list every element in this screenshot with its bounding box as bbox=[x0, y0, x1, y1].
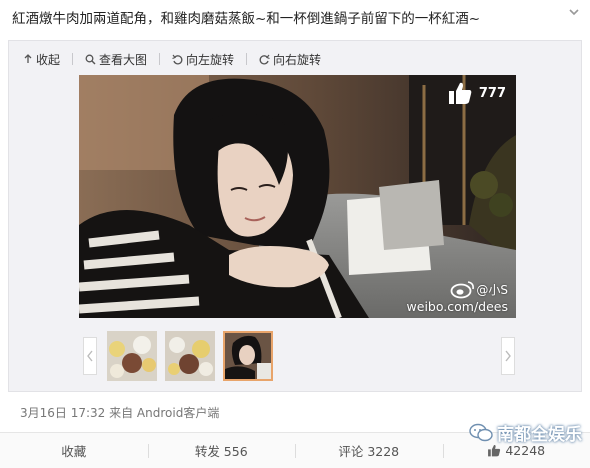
favorite-button[interactable]: 收藏 bbox=[0, 433, 148, 468]
chevron-right-icon bbox=[505, 350, 511, 362]
photo-like-badge[interactable]: 777 bbox=[447, 81, 506, 105]
watermark-url: weibo.com/dees bbox=[406, 299, 508, 314]
photo-watermark: @小S weibo.com/dees bbox=[407, 279, 508, 314]
favorite-label: 收藏 bbox=[61, 444, 87, 459]
media-toolbar: 收起 查看大图 向左旋转 向右旋转 bbox=[23, 49, 333, 69]
toolbar-divider bbox=[72, 53, 74, 65]
portrait-thumbnail-image bbox=[225, 333, 271, 379]
collapse-icon bbox=[24, 54, 32, 63]
chevron-down-icon[interactable] bbox=[566, 4, 582, 20]
food-thumbnail-image bbox=[107, 331, 157, 381]
brand-name: 南都全娱乐 bbox=[497, 425, 582, 445]
toolbar-divider bbox=[159, 53, 161, 65]
view-large-button[interactable]: 查看大图 bbox=[85, 51, 147, 68]
thumbnail-next-button[interactable] bbox=[501, 337, 515, 375]
rotate-right-icon bbox=[259, 54, 270, 64]
weibo-icon bbox=[450, 281, 475, 299]
like-count: 42248 bbox=[505, 443, 546, 458]
food-thumbnail-image bbox=[165, 331, 215, 381]
collapse-label: 收起 bbox=[36, 52, 61, 67]
thumbnail-portrait-selected[interactable] bbox=[223, 331, 273, 381]
rotate-left-icon bbox=[172, 54, 183, 64]
toolbar-divider bbox=[246, 53, 248, 65]
media-box: 收起 查看大图 向左旋转 向右旋转 777 @小S weibo.com/dees bbox=[8, 40, 582, 392]
repost-button[interactable]: 转发 556 bbox=[147, 433, 296, 468]
photo-like-count: 777 bbox=[478, 85, 506, 101]
brand-watermark: 南都全娱乐 bbox=[469, 420, 582, 445]
thumbs-up-icon bbox=[448, 82, 472, 104]
repost-label: 转发 556 bbox=[194, 444, 248, 459]
thumbs-up-icon bbox=[488, 445, 501, 457]
comment-label: 评论 3228 bbox=[338, 444, 400, 459]
rotate-right-label: 向右旋转 bbox=[273, 52, 322, 67]
rotate-left-button[interactable]: 向左旋转 bbox=[172, 51, 234, 68]
thumbnail-strip bbox=[77, 327, 521, 385]
rotate-left-label: 向左旋转 bbox=[186, 52, 235, 67]
post-meta: 3月16日 17:32 来自 Android客户端 bbox=[20, 406, 220, 420]
thumbnail-prev-button[interactable] bbox=[83, 337, 97, 375]
chevron-left-icon bbox=[87, 350, 93, 362]
collapse-button[interactable]: 收起 bbox=[23, 51, 60, 68]
thumbnail-food-2[interactable] bbox=[165, 331, 215, 381]
comment-button[interactable]: 评论 3228 bbox=[295, 433, 443, 468]
post-text: 紅酒燉牛肉加兩道配角，和雞肉磨菇蒸飯~和一杯倒進鍋子前留下的一杯紅酒~ bbox=[12, 11, 481, 27]
rotate-right-button[interactable]: 向右旋转 bbox=[259, 51, 321, 68]
wechat-icon bbox=[469, 423, 493, 441]
view-large-label: 查看大图 bbox=[99, 52, 148, 67]
thumbnail-food-1[interactable] bbox=[107, 331, 157, 381]
watermark-user: @小S bbox=[476, 282, 508, 297]
zoom-icon bbox=[85, 54, 96, 64]
main-photo[interactable]: 777 @小S weibo.com/dees bbox=[79, 75, 516, 318]
